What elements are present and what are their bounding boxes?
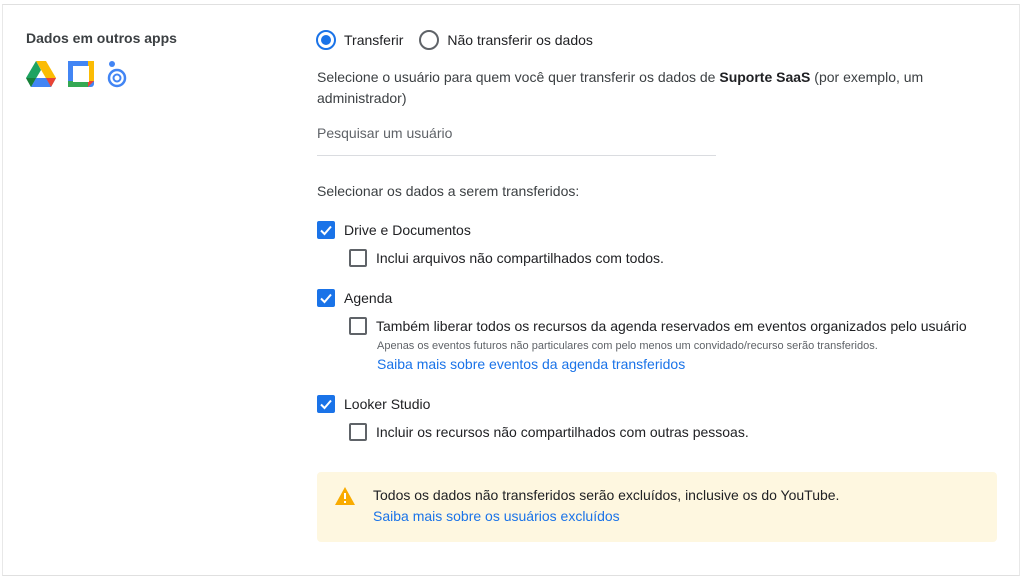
warning-icon [334, 486, 356, 511]
drive-option: Drive e Documentos [317, 221, 471, 239]
data-selection-heading: Selecionar os dados a serem transferidos… [317, 183, 580, 199]
looker-unshared-option: Incluir os recursos não compartilhados c… [349, 423, 749, 441]
looker-unshared-label: Incluir os recursos não compartilhados c… [376, 424, 749, 440]
drive-unshared-label: Inclui arquivos não compartilhados com t… [376, 250, 664, 266]
transfer-mode-radio-group: Transferir Não transferir os dados [316, 30, 609, 50]
source-user-name: Suporte SaaS [719, 69, 811, 85]
calendar-learn-more-link[interactable]: Saiba mais sobre eventos da agenda trans… [377, 356, 685, 372]
calendar-resources-label: Também liberar todos os recursos da agen… [376, 318, 967, 334]
app-icons [26, 60, 128, 88]
transfer-radio[interactable] [316, 30, 336, 50]
drive-unshared-option: Inclui arquivos não compartilhados com t… [349, 249, 664, 267]
drive-label: Drive e Documentos [344, 222, 471, 238]
calendar-note: Apenas os eventos futuros não particular… [377, 340, 878, 352]
google-calendar-icon [68, 61, 94, 87]
no-transfer-radio-label[interactable]: Não transferir os dados [447, 32, 593, 48]
looker-studio-option: Looker Studio [317, 395, 430, 413]
looker-studio-label: Looker Studio [344, 396, 431, 412]
deleted-users-learn-more-link[interactable]: Saiba mais sobre os usuários excluídos [373, 508, 620, 524]
google-drive-icon [26, 61, 56, 87]
looker-studio-icon [106, 60, 128, 88]
warning-banner: Todos os dados não transferidos serão ex… [317, 472, 997, 542]
looker-studio-checkbox[interactable] [317, 395, 335, 413]
looker-unshared-checkbox[interactable] [349, 423, 367, 441]
warning-text: Todos os dados não transferidos serão ex… [373, 487, 840, 503]
description-text: Selecione o usuário para quem você quer … [317, 69, 720, 85]
drive-unshared-checkbox[interactable] [349, 249, 367, 267]
transfer-description: Selecione o usuário para quem você quer … [317, 67, 957, 109]
calendar-label: Agenda [344, 290, 393, 306]
transfer-radio-label[interactable]: Transferir [344, 32, 403, 48]
drive-checkbox[interactable] [317, 221, 335, 239]
user-search-input[interactable] [317, 122, 716, 141]
calendar-resources-option: Também liberar todos os recursos da agen… [349, 317, 967, 335]
no-transfer-radio[interactable] [419, 30, 440, 50]
user-search-field [317, 122, 716, 156]
calendar-checkbox[interactable] [317, 289, 335, 307]
section-title: Dados em outros apps [26, 30, 177, 46]
calendar-option: Agenda [317, 289, 392, 307]
calendar-resources-checkbox[interactable] [349, 317, 367, 335]
